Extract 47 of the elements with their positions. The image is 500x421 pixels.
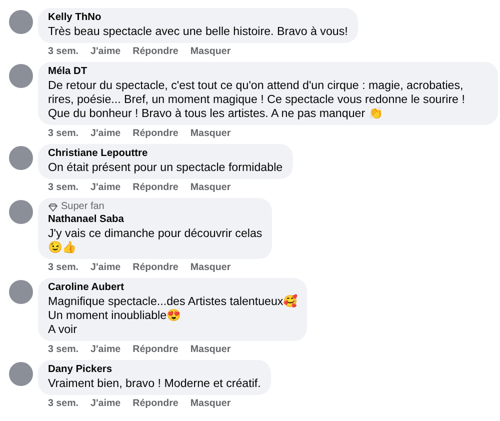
action-link[interactable]: Masquer	[190, 45, 231, 58]
comment-time[interactable]: 3 sem.	[48, 261, 79, 274]
comment-author[interactable]: Christiane Lepouttre	[48, 147, 283, 161]
action-link[interactable]: J'aime	[90, 127, 121, 140]
comment-text: Magnifique spectacle...des Artistes talentueux🥰	[48, 295, 298, 309]
comment-time[interactable]: 3 sem.	[48, 45, 79, 58]
comment-text: Vraiment bien, bravo ! Moderne et créatif.	[48, 377, 261, 391]
action-link[interactable]: Répondre	[132, 181, 178, 194]
comment-text: A voir	[48, 323, 78, 337]
comment-time[interactable]: 3 sem.	[48, 343, 79, 356]
avatar-image	[9, 362, 33, 386]
comment-text: Un moment inoubliable😍	[48, 309, 182, 323]
action-link[interactable]: Masquer	[190, 261, 231, 274]
action-link[interactable]: Répondre	[132, 45, 178, 58]
comment-author[interactable]: Dany Pickers	[48, 363, 261, 377]
action-link[interactable]: Masquer	[190, 343, 231, 356]
action-link[interactable]: Masquer	[190, 397, 231, 410]
comment-author[interactable]: Nathanael Saba	[48, 213, 262, 227]
comment-time[interactable]: 3 sem.	[48, 181, 79, 194]
action-link[interactable]: Répondre	[132, 343, 178, 356]
avatar-image	[9, 200, 33, 224]
comment-text: 😉👍	[48, 241, 77, 255]
comment-text: De retour du spectacle, c'est tout ce qu'on attend d'un cirque : magie, acrobaties, rires, poésie... Bref, un moment magique ! Ce spectacle vous redonne le sourire ! Que du bonheur ! Bravo à tous les artistes. A ne pas manquer 👏	[48, 79, 466, 121]
action-link[interactable]: J'aime	[90, 343, 121, 356]
comment-text: On était présent pour un spectacle formidable	[48, 161, 283, 175]
action-link[interactable]: Répondre	[132, 397, 178, 410]
action-link[interactable]: J'aime	[90, 397, 121, 410]
avatar-image	[9, 280, 33, 304]
action-link[interactable]: J'aime	[90, 261, 121, 274]
comment-text: Très beau spectacle avec une belle histoire. Bravo à vous!	[48, 25, 348, 39]
comment-author[interactable]: Méla DT	[48, 65, 488, 79]
comment-author[interactable]: Caroline Aubert	[48, 281, 298, 295]
action-link[interactable]: Masquer	[190, 181, 231, 194]
badge-label: Super fan	[61, 201, 104, 213]
action-link[interactable]: Masquer	[190, 127, 231, 140]
avatar-image	[9, 146, 33, 170]
avatar-image	[9, 10, 33, 34]
action-link[interactable]: Répondre	[132, 261, 178, 274]
action-link[interactable]: J'aime	[90, 181, 121, 194]
comment-time[interactable]: 3 sem.	[48, 127, 79, 140]
comment-text: J'y vais ce dimanche pour découvrir celas	[48, 227, 262, 241]
diamond-icon	[48, 202, 58, 212]
action-link[interactable]: Répondre	[132, 127, 178, 140]
action-link[interactable]: J'aime	[90, 45, 121, 58]
comment-time[interactable]: 3 sem.	[48, 397, 79, 410]
avatar-image	[9, 64, 33, 88]
comment-author[interactable]: Kelly ThNo	[48, 11, 348, 25]
